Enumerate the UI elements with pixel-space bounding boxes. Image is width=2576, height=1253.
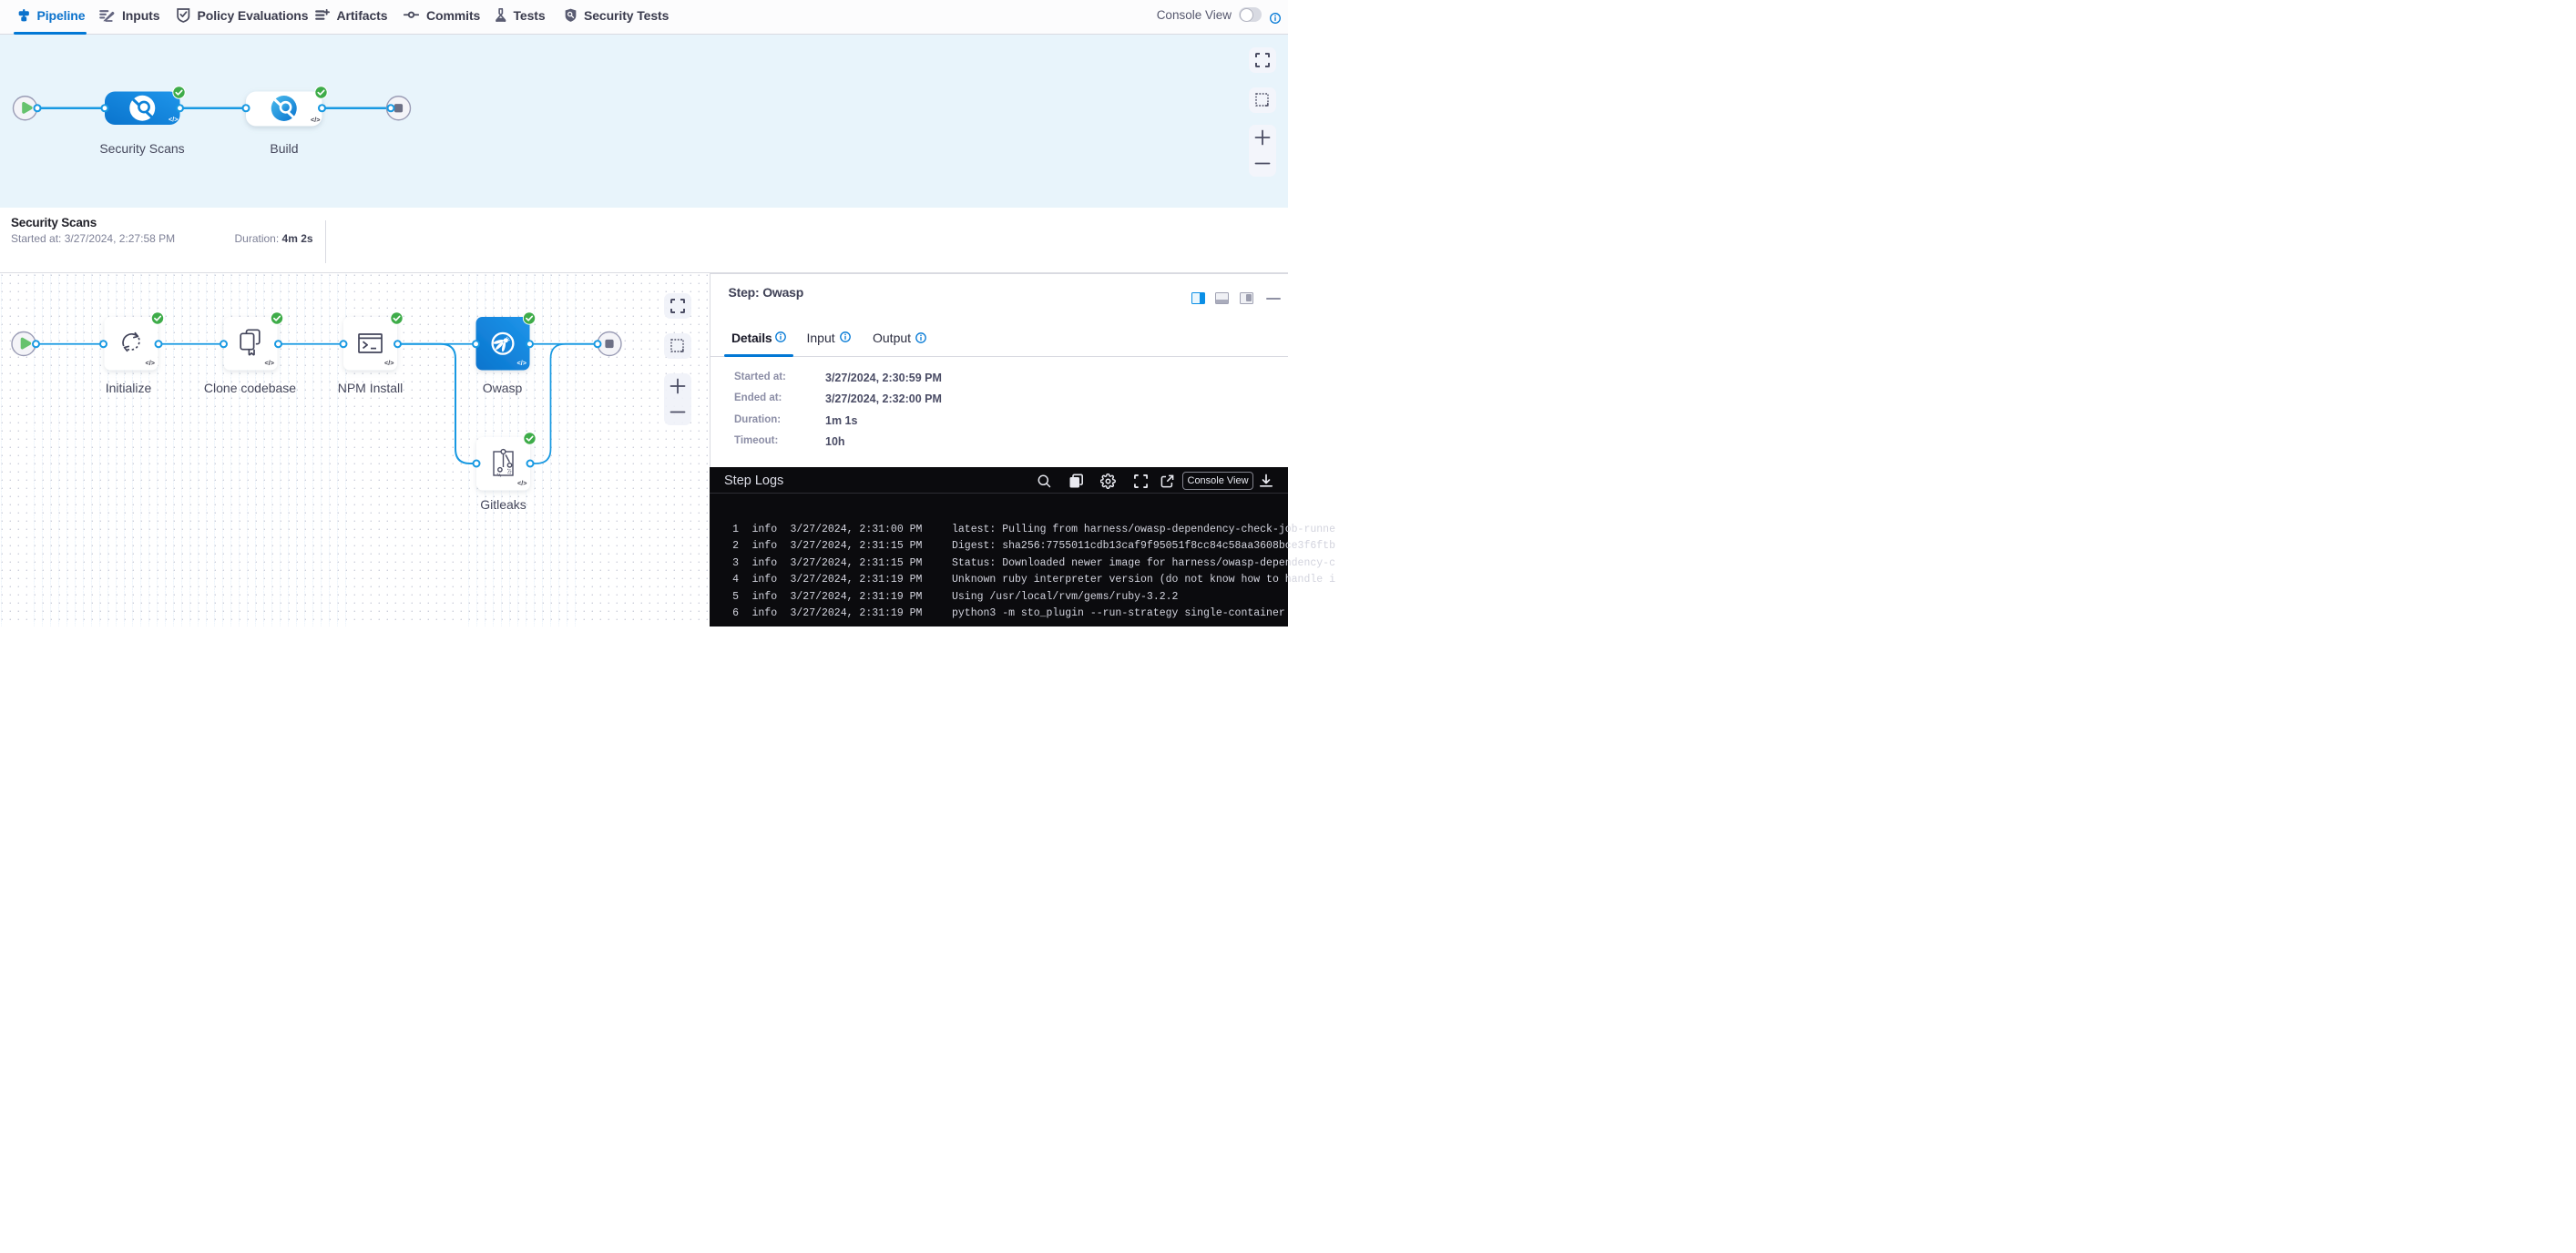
- svg-text:</>: </>: [311, 116, 320, 124]
- svg-text:</>: </>: [169, 116, 178, 124]
- svg-text:</>: </>: [146, 359, 155, 367]
- svg-text:</>: </>: [384, 359, 394, 367]
- svg-text:</>: </>: [517, 479, 526, 487]
- svg-text:</>: </>: [265, 359, 274, 367]
- svg-text:</>: </>: [517, 359, 526, 367]
